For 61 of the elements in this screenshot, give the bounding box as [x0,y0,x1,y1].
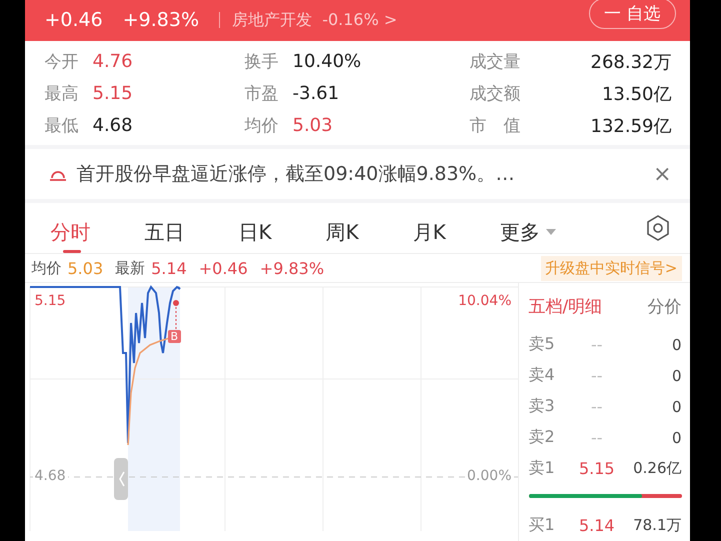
level-volume: 0 [670,428,682,446]
level-label: 卖1 [528,458,556,479]
quote-value: +9.83% [260,258,324,278]
order-book-tab[interactable]: 分价 [648,294,682,318]
level-price: -- [590,428,604,447]
stat-label: 最低 [44,115,78,138]
percent-change: +9.83% [122,9,200,32]
sector-link[interactable]: 房地产开发 -0.16% > [232,10,398,31]
quote-value: 5.03 [68,258,104,278]
level-volume: 78.1万 [632,516,682,535]
stat-value: 5.03 [292,115,333,136]
stat-label: 今开 [44,51,78,74]
stat-label: 市盈 [244,83,278,106]
stat-label: 均价 [244,115,278,138]
chart-tab[interactable]: 月K [412,209,446,254]
stat-value: 13.50亿 [602,82,672,106]
price-change: +0.46 [44,9,103,32]
chart-tab[interactable]: 周K [326,209,359,254]
level-label: 买1 [528,515,556,536]
level-price: -- [590,366,604,385]
stat-value: 4.68 [92,115,133,136]
stat-label: 成交量 [470,51,520,74]
marker-dot [172,300,178,306]
level-volume: 0 [670,336,682,354]
collapse-handle-icon[interactable] [114,458,128,500]
stat-label: 换手 [244,51,278,74]
level-volume: 0 [670,366,682,384]
quote-label: 最新 [115,258,146,278]
stat-label: 最高 [44,83,78,106]
stat-value: -3.61 [292,83,340,104]
level-price: -- [590,335,604,354]
chart-tab[interactable]: 分时 [50,209,90,254]
stat-value: 4.76 [92,51,133,72]
stat-label: 成交额 [470,83,520,106]
chart-tab[interactable]: 五日 [144,209,184,254]
quote-label: 均价 [32,258,62,278]
stat-label: 市 值 [470,115,520,138]
news-headline[interactable]: 首开股份早盘逼近涨停，截至09:40涨幅9.83%。… [76,161,515,187]
level-volume: 0.26亿 [632,459,682,478]
stat-value: 132.59亿 [590,114,672,138]
level-label: 卖5 [528,334,556,355]
level-volume: 0 [670,398,682,416]
close-icon[interactable]: × [653,162,672,186]
stat-value: 10.40% [292,51,362,72]
buy-marker[interactable]: B [168,330,182,343]
quote-value: 5.14 [151,258,187,278]
chart-tab[interactable]: 更多 [500,209,556,254]
stat-value: 268.32万 [590,50,672,74]
settings-icon[interactable] [646,215,670,242]
level-label: 卖2 [528,427,556,448]
order-book-tab[interactable]: 五档/明细 [528,294,602,318]
watchlist-button[interactable]: 一 自选 [589,0,676,29]
caret-icon [546,229,556,236]
quote-value: +0.46 [198,258,248,278]
level-label: 卖4 [528,365,556,386]
level-price: 5.14 [578,516,616,535]
level-label: 卖3 [528,396,556,417]
stat-value: 5.15 [92,83,133,104]
level-price: 5.15 [578,459,616,478]
level-price: -- [590,397,604,416]
chart-tab[interactable]: 日K [238,209,272,254]
